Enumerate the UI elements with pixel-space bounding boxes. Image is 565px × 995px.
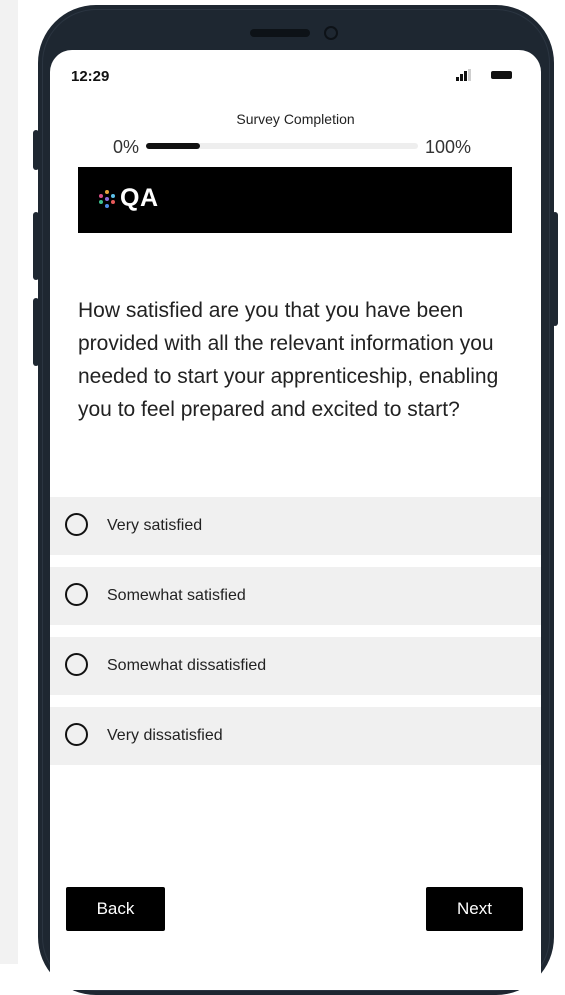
radio-button[interactable] bbox=[65, 723, 88, 746]
option-label: Very dissatisfied bbox=[107, 727, 223, 744]
radio-button[interactable] bbox=[65, 583, 88, 606]
option-very-dissatisfied[interactable]: Very dissatisfied bbox=[50, 707, 541, 765]
status-time: 12:29 bbox=[71, 68, 110, 85]
mute-switch bbox=[33, 130, 39, 170]
background-strip bbox=[0, 0, 18, 964]
option-label: Somewhat dissatisfied bbox=[107, 657, 267, 674]
volume-down-button bbox=[33, 298, 39, 366]
progress-end-label: 100% bbox=[425, 137, 472, 157]
volume-up-button bbox=[33, 212, 39, 280]
option-label: Somewhat satisfied bbox=[107, 587, 246, 604]
progress-title: Survey Completion bbox=[236, 111, 355, 127]
radio-button[interactable] bbox=[65, 513, 88, 536]
survey-question: How satisfied are you that you have been… bbox=[78, 299, 499, 421]
brand-banner: QA bbox=[78, 167, 512, 233]
radio-button[interactable] bbox=[65, 653, 88, 676]
power-button bbox=[552, 212, 558, 326]
qa-logo-text: QA bbox=[120, 184, 159, 212]
option-label: Very satisfied bbox=[107, 517, 203, 534]
option-somewhat-dissatisfied[interactable]: Somewhat dissatisfied bbox=[50, 637, 541, 695]
progress-track bbox=[146, 143, 418, 149]
signal-icon bbox=[456, 69, 476, 81]
progress-fill bbox=[146, 143, 201, 149]
next-button[interactable]: Next bbox=[426, 887, 523, 931]
speaker-grille bbox=[250, 29, 310, 37]
qa-logo-icon bbox=[98, 190, 116, 208]
front-camera bbox=[324, 26, 338, 40]
back-button[interactable]: Back bbox=[66, 887, 165, 931]
phone-screen: 12:29 Survey Completion 0% 100% QA How s… bbox=[50, 50, 541, 990]
battery-icon bbox=[491, 71, 512, 79]
option-somewhat-satisfied[interactable]: Somewhat satisfied bbox=[50, 567, 541, 625]
option-very-satisfied[interactable]: Very satisfied bbox=[50, 497, 541, 555]
progress-start-label: 0% bbox=[113, 137, 140, 157]
